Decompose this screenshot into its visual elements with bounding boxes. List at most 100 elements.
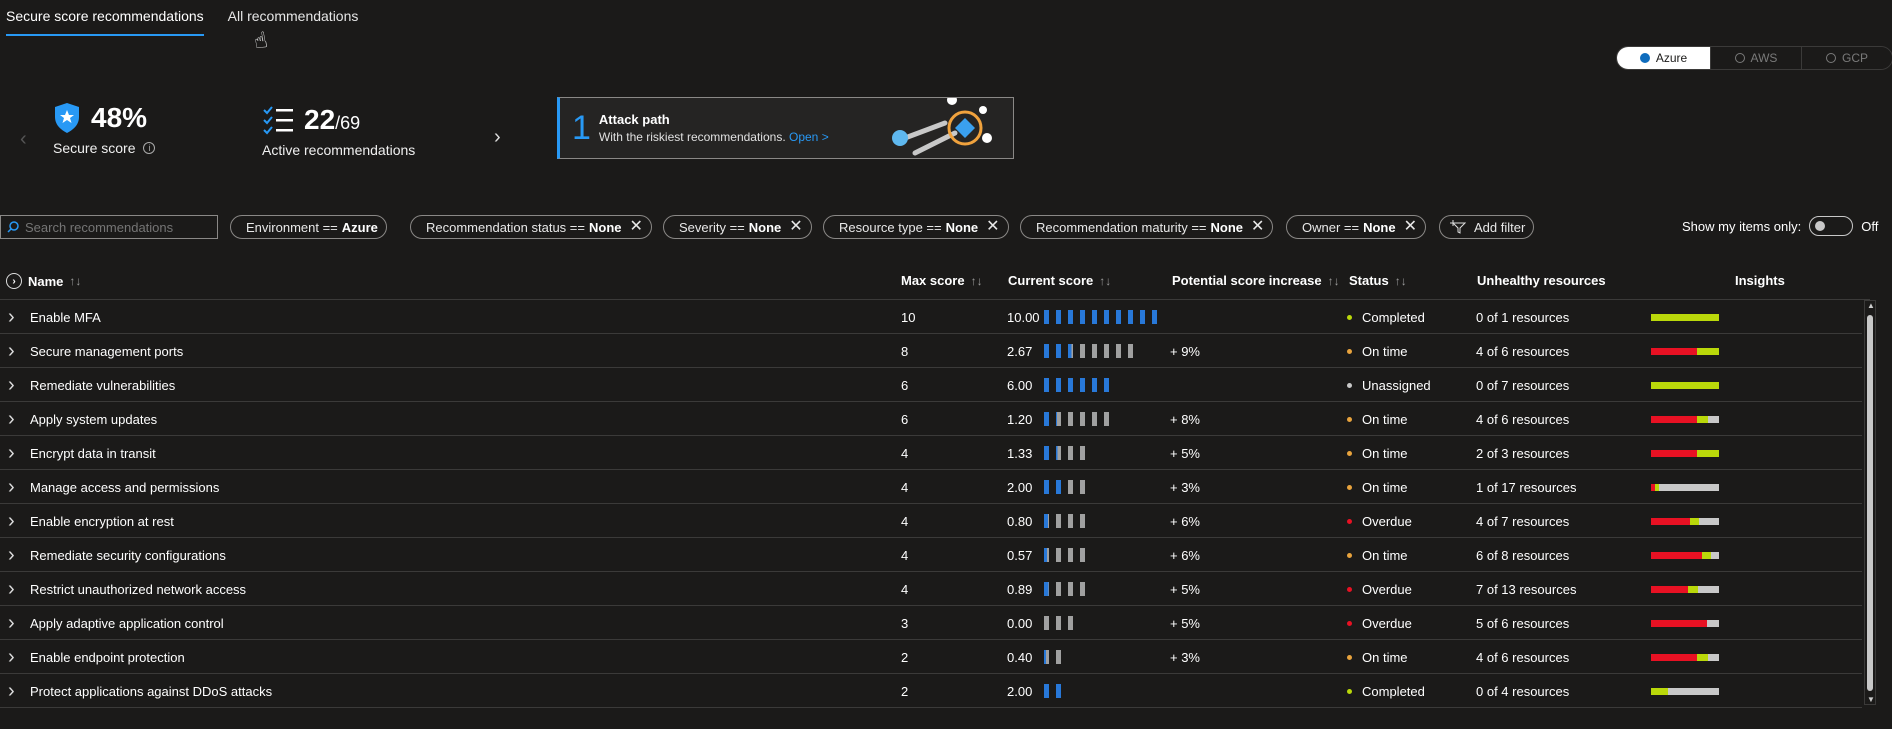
recommendation-name[interactable]: Apply system updates (30, 402, 157, 436)
expand-all-icon[interactable]: › (6, 273, 22, 289)
expand-row-icon[interactable]: › (8, 436, 15, 470)
expand-row-icon[interactable]: › (8, 368, 15, 402)
table-row[interactable]: › Enable encryption at rest 4 0.80 + 6% Overd… (0, 504, 1862, 538)
expand-row-icon[interactable]: › (8, 674, 15, 708)
current-score: 1.20 (1007, 402, 1113, 436)
column-header-unhealthy-resources: Unhealthy resources (1477, 273, 1606, 288)
close-icon[interactable]: ✕ (1251, 219, 1264, 235)
table-scrollbar[interactable]: ▲ ▼ (1864, 300, 1876, 705)
score-segment (1056, 616, 1061, 630)
expand-row-icon[interactable]: › (8, 606, 15, 640)
cloud-option-aws[interactable]: AWS (1710, 47, 1801, 69)
filter-owner[interactable]: Owner == None ✕ (1286, 215, 1426, 239)
expand-row-icon[interactable]: › (8, 300, 15, 334)
recommendation-name[interactable]: Secure management ports (30, 334, 183, 368)
table-row[interactable]: › Enable endpoint protection 2 0.40 + 3% On t… (0, 640, 1862, 674)
attack-path-card[interactable]: 1 Attack path With the riskiest recommen… (557, 97, 1014, 159)
insights-bar (1651, 415, 1719, 423)
table-row[interactable]: › Apply adaptive application control 3 0.00… (0, 606, 1862, 640)
score-segment (1044, 480, 1049, 494)
recommendation-name[interactable]: Manage access and permissions (30, 470, 219, 504)
filter-owner-value: None (1363, 219, 1396, 235)
column-header-max-score[interactable]: Max score (901, 273, 965, 288)
column-header-name[interactable]: Name (28, 274, 63, 289)
sort-icon[interactable]: ↑↓ (1328, 274, 1340, 288)
info-icon[interactable]: i (143, 142, 156, 154)
status-dot-icon (1347, 552, 1352, 558)
cloud-option-azure[interactable]: Azure (1617, 47, 1710, 69)
unhealthy-resources: 5 of 6 resources (1476, 615, 1570, 631)
table-row[interactable]: › Encrypt data in transit 4 1.33 + 5% On time… (0, 436, 1862, 470)
recommendation-name[interactable]: Restrict unauthorized network access (30, 572, 246, 606)
table-row[interactable]: › Manage access and permissions 4 2.00 + 3% O… (0, 470, 1862, 504)
sort-icon[interactable]: ↑↓ (971, 274, 983, 288)
current-score-value: 2.67 (1007, 343, 1033, 359)
tab-secure-score-recommendations[interactable]: Secure score recommendations (6, 8, 204, 36)
expand-row-icon[interactable]: › (8, 402, 15, 436)
sort-icon[interactable]: ↑↓ (1099, 274, 1111, 288)
column-header-potential-score-increase[interactable]: Potential score increase (1172, 273, 1322, 288)
expand-row-icon[interactable]: › (8, 504, 15, 538)
attack-path-open-link[interactable]: Open > (789, 130, 829, 144)
active-recommendations-label: Active recommendations (262, 142, 416, 158)
recommendation-name[interactable]: Encrypt data in transit (30, 436, 156, 470)
current-score: 2.67 (1007, 334, 1137, 368)
status-label: On time (1362, 649, 1408, 665)
table-row[interactable]: › Remediate security configurations 4 0.57 +… (0, 538, 1862, 572)
scroll-down-icon[interactable]: ▼ (1867, 695, 1875, 704)
max-score: 2 (901, 649, 909, 665)
table-row[interactable]: › Restrict unauthorized network access 4 0.… (0, 572, 1862, 606)
recommendation-name[interactable]: Apply adaptive application control (30, 606, 224, 640)
status-cell: On time (1347, 402, 1408, 436)
carousel-prev-icon[interactable]: ‹ (20, 128, 27, 151)
expand-row-icon[interactable]: › (8, 470, 15, 504)
column-header-status[interactable]: Status (1349, 273, 1389, 288)
expand-row-icon[interactable]: › (8, 334, 15, 368)
expand-row-icon[interactable]: › (8, 572, 15, 606)
current-score-value: 0.89 (1007, 581, 1033, 597)
close-icon[interactable]: ✕ (986, 219, 999, 235)
table-row[interactable]: › Secure management ports 8 2.67 + 9% On time… (0, 334, 1862, 368)
filter-recommendation-status[interactable]: Recommendation status == None ✕ (410, 215, 652, 239)
close-icon[interactable]: ✕ (789, 219, 802, 235)
cloud-option-gcp[interactable]: GCP (1801, 47, 1892, 69)
insights-bar-cell (1651, 674, 1719, 708)
sort-icon[interactable]: ↑↓ (69, 274, 81, 288)
current-score: 0.89 (1007, 572, 1089, 606)
recommendation-name[interactable]: Enable MFA (30, 300, 101, 334)
status-label: Completed (1362, 309, 1425, 325)
filter-recommendation-maturity[interactable]: Recommendation maturity == None ✕ (1020, 215, 1274, 239)
filter-severity[interactable]: Severity == None ✕ (663, 215, 812, 239)
recommendation-name[interactable]: Remediate security configurations (30, 538, 226, 572)
potential-score-increase: + 9% (1170, 343, 1200, 359)
not-applicable-portion (1697, 585, 1719, 593)
search-input[interactable] (25, 219, 205, 235)
insights-bar (1651, 313, 1719, 321)
show-my-items-toggle[interactable] (1809, 216, 1854, 236)
recommendation-name[interactable]: Protect applications against DDoS attack… (30, 674, 272, 708)
expand-row-icon[interactable]: › (8, 538, 15, 572)
scroll-up-icon[interactable]: ▲ (1867, 301, 1875, 310)
expand-row-icon[interactable]: › (8, 640, 15, 674)
close-icon[interactable]: ✕ (629, 219, 642, 235)
insights-bar (1651, 449, 1719, 457)
score-segment (1080, 548, 1085, 562)
recommendation-name[interactable]: Enable endpoint protection (30, 640, 185, 674)
active-recommendations-total: /69 (335, 113, 361, 133)
insights-bar-cell (1651, 538, 1719, 572)
table-row[interactable]: › Protect applications against DDoS attac… (0, 674, 1862, 708)
sort-icon[interactable]: ↑↓ (1395, 274, 1407, 288)
recommendation-name[interactable]: Enable encryption at rest (30, 504, 174, 538)
table-row[interactable]: › Enable MFA 10 10.00 Completed 0 of 1 resour… (0, 300, 1862, 334)
carousel-next-icon[interactable]: › (494, 126, 501, 149)
table-row[interactable]: › Remediate vulnerabilities 6 6.00 Unassigne… (0, 368, 1862, 402)
table-row[interactable]: › Apply system updates 6 1.20 + 8% On time 4 o… (0, 402, 1862, 436)
column-header-current-score[interactable]: Current score (1008, 273, 1093, 288)
add-filter-button[interactable]: Add filter (1439, 215, 1535, 239)
close-icon[interactable]: ✕ (1404, 219, 1417, 235)
recommendation-name[interactable]: Remediate vulnerabilities (30, 368, 175, 402)
tab-all-recommendations[interactable]: All recommendations (228, 8, 359, 36)
scrollbar-thumb[interactable] (1867, 315, 1873, 691)
filter-resource-type[interactable]: Resource type == None ✕ (823, 215, 1009, 239)
filter-environment[interactable]: Environment == Azure (230, 215, 387, 239)
